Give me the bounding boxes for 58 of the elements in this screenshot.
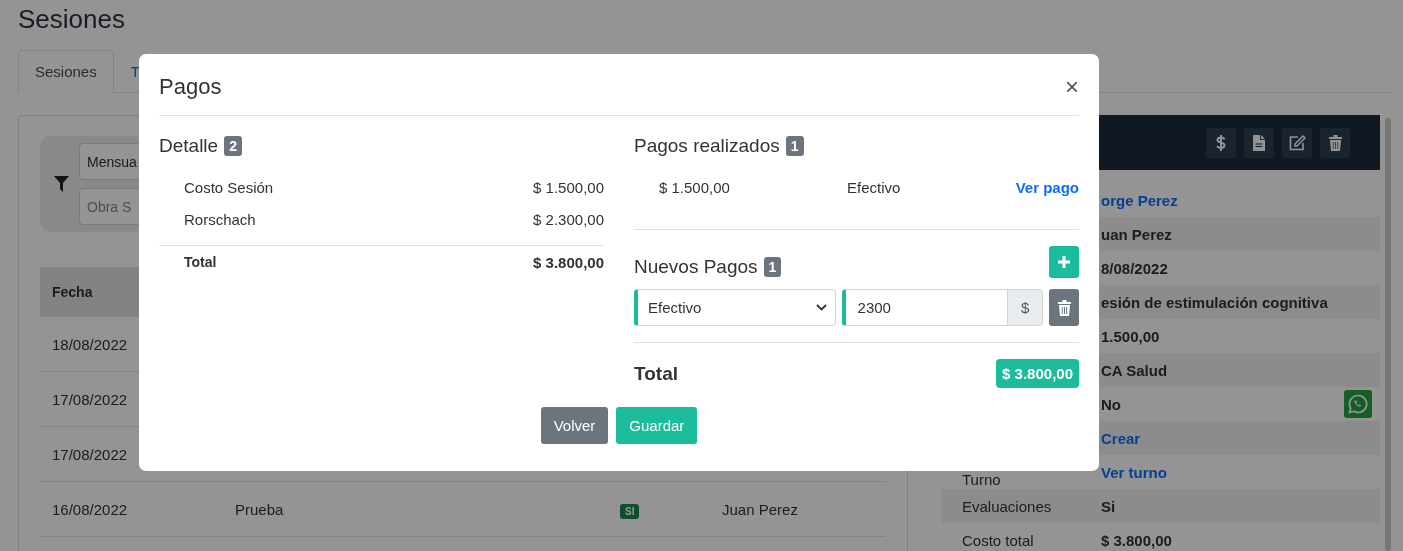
- field-value: 1.500,00: [1101, 327, 1160, 345]
- count-badge: 2: [224, 136, 242, 156]
- delete-button[interactable]: [1320, 127, 1350, 158]
- count-badge: 1: [785, 136, 804, 156]
- item-label: Rorschach: [184, 210, 256, 228]
- trash-icon: [1328, 134, 1342, 151]
- file-icon: [1253, 134, 1265, 151]
- field-label: Costo total: [962, 531, 1034, 549]
- value-link[interactable]: Crear: [1101, 429, 1141, 447]
- save-button[interactable]: Guardar: [616, 407, 698, 444]
- phone-bubble-icon: [1348, 394, 1368, 414]
- field-value: CA Salud: [1101, 361, 1168, 379]
- amount-field[interactable]: 2300 $: [841, 289, 1044, 326]
- field-label: Evaluaciones: [962, 497, 1052, 515]
- table-cell: 16/08/2022: [40, 481, 223, 537]
- scrollbar[interactable]: [1385, 118, 1391, 551]
- field-value: No: [1101, 395, 1121, 413]
- section-title: Detalle: [159, 135, 219, 157]
- total-label: Total: [634, 362, 678, 385]
- payment-amount: $ 1.500,00: [659, 178, 731, 196]
- section-title: Nuevos Pagos: [634, 256, 758, 278]
- filter-icon: [54, 176, 69, 192]
- item-amount: $ 1.500,00: [533, 178, 604, 196]
- chevron-down-icon: [815, 304, 827, 311]
- table-cell: Juan Perez: [722, 500, 798, 518]
- plus-icon: [1057, 255, 1071, 269]
- value-link[interactable]: Ver turno: [1101, 463, 1167, 481]
- status-badge: SI: [620, 503, 640, 519]
- modal-title: Pagos: [159, 73, 222, 100]
- table-cell: Prueba: [235, 500, 284, 518]
- trash-icon: [1057, 299, 1071, 316]
- total-amount: $ 3.800,00: [533, 254, 604, 271]
- item-label: Costo Sesión: [184, 178, 274, 196]
- field-value: uan Perez: [1101, 225, 1172, 243]
- item-amount: $ 2.300,00: [533, 210, 604, 228]
- delete-button[interactable]: [1049, 289, 1079, 326]
- section-title: Pagos realizados: [634, 135, 780, 157]
- field-value: $ 3.800,00: [1101, 531, 1172, 549]
- field-label: Turno: [962, 472, 1001, 488]
- page-title: Sesiones: [18, 3, 126, 36]
- tab[interactable]: Sesiones: [18, 50, 114, 93]
- field-value: esión de estimulación cognitiva: [1101, 293, 1328, 311]
- method-select[interactable]: Efectivo: [634, 289, 836, 326]
- edit-button[interactable]: [1282, 127, 1312, 158]
- edit-icon: [1288, 134, 1306, 151]
- view-payment-link[interactable]: Ver pago: [1015, 178, 1079, 196]
- field-value: 8/08/2022: [1101, 259, 1168, 277]
- close-button[interactable]: ×: [1065, 72, 1079, 101]
- document-button[interactable]: [1244, 127, 1274, 158]
- total-badge: $ 3.800,00: [996, 359, 1079, 388]
- back-button[interactable]: Volver: [540, 407, 609, 444]
- value-link[interactable]: orge Perez: [1101, 191, 1178, 209]
- count-badge: 1: [763, 257, 782, 277]
- payment-button[interactable]: [1206, 127, 1236, 158]
- dollar-icon: [1216, 134, 1226, 151]
- payment-method: Efectivo: [847, 178, 902, 196]
- chat-button[interactable]: [1344, 390, 1372, 418]
- field-value: Si: [1101, 497, 1116, 515]
